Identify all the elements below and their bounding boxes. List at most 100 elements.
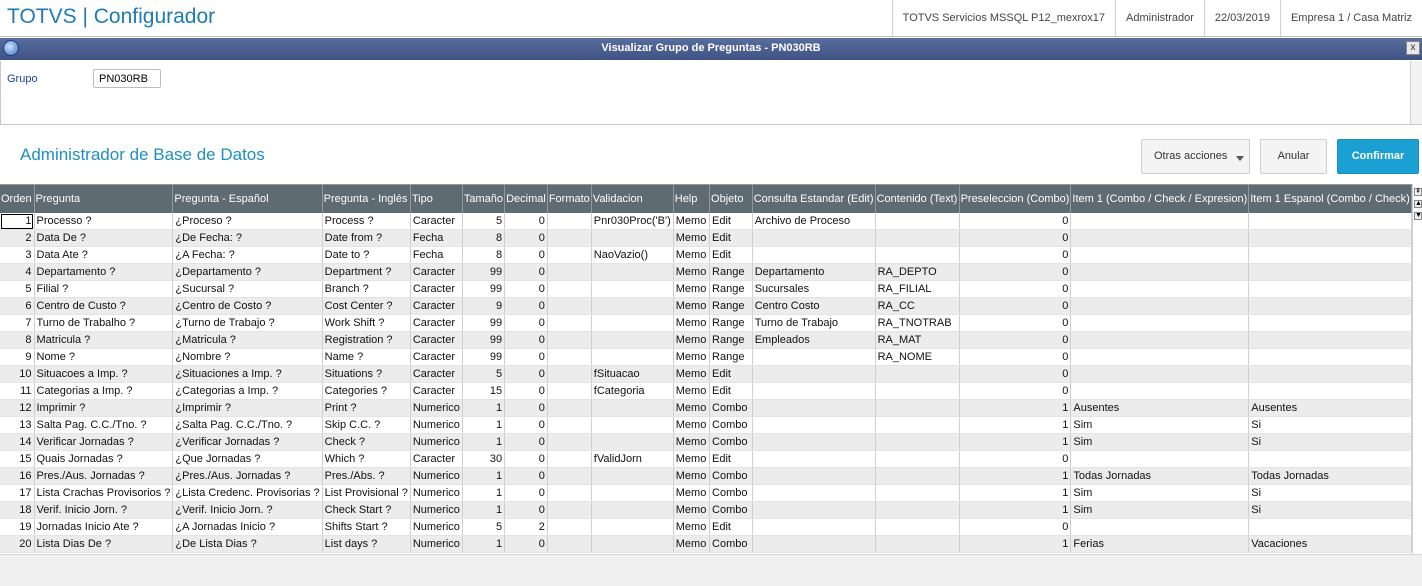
table-cell[interactable]: Memo — [673, 213, 711, 230]
table-cell[interactable]: 9 — [462, 297, 506, 315]
table-cell[interactable]: 0 — [504, 297, 548, 315]
table-cell[interactable]: 0 — [959, 263, 1072, 281]
column-header[interactable]: Consulta Estandar (Edit) — [752, 185, 876, 213]
table-cell[interactable] — [547, 535, 592, 553]
table-row[interactable]: 4 Departamento ? ¿Departamento ? Department… — [0, 263, 1412, 281]
table-cell[interactable]: Range — [709, 297, 753, 315]
table-cell[interactable]: Numerico — [410, 467, 463, 485]
table-cell[interactable] — [591, 467, 674, 485]
table-cell[interactable] — [547, 229, 592, 247]
table-cell[interactable]: Edit — [709, 365, 753, 383]
table-cell[interactable]: ¿Sucursal ? — [172, 280, 323, 298]
table-cell[interactable]: ¿Pres./Aus. Jornadas ? — [172, 467, 323, 485]
scroll-down-icon[interactable]: ▼ — [1414, 212, 1422, 220]
column-header[interactable]: Preseleccion (Combo) — [959, 185, 1072, 213]
table-cell[interactable]: Todas Jornadas — [1070, 467, 1250, 485]
table-row[interactable]: 7 Turno de Trabalho ? ¿Turno de Trabajo ? W… — [0, 314, 1412, 332]
table-cell[interactable]: ¿Verif. Inicio Jorn. ? — [172, 501, 323, 519]
table-cell[interactable] — [752, 416, 876, 434]
table-cell[interactable]: Combo — [709, 501, 753, 519]
table-cell[interactable] — [591, 518, 674, 536]
table-cell[interactable] — [1070, 365, 1250, 383]
table-cell[interactable]: 0 — [504, 331, 548, 349]
table-cell[interactable]: ¿Que Jornadas ? — [172, 450, 323, 468]
table-cell[interactable]: Date to ? — [322, 246, 411, 264]
table-cell[interactable] — [547, 246, 592, 264]
table-cell[interactable]: 1 — [959, 535, 1072, 553]
table-cell[interactable]: Skip C.C. ? — [322, 416, 411, 434]
table-cell[interactable]: 0 — [504, 229, 548, 247]
column-header[interactable]: Formato — [547, 185, 592, 213]
server-info[interactable]: TOTVS Servicios MSSQL P12_mexrox17 — [891, 0, 1115, 36]
table-cell[interactable] — [875, 467, 960, 485]
table-cell[interactable]: Si — [1248, 484, 1412, 502]
table-cell[interactable]: 0 — [504, 535, 548, 553]
table-cell[interactable]: Archivo de Proceso — [752, 213, 876, 230]
table-cell[interactable]: Memo — [673, 467, 711, 485]
table-cell[interactable]: 0 — [504, 416, 548, 434]
table-cell[interactable]: 14 — [0, 433, 35, 451]
table-cell[interactable] — [752, 365, 876, 383]
table-cell[interactable]: 0 — [959, 280, 1072, 298]
table-cell[interactable]: Ferias — [1070, 535, 1250, 553]
table-cell[interactable] — [1070, 246, 1250, 264]
table-cell[interactable]: 0 — [504, 484, 548, 502]
table-cell[interactable]: 8 — [462, 246, 506, 264]
table-cell[interactable]: Combo — [709, 535, 753, 553]
table-cell[interactable]: Processo ? — [34, 213, 174, 230]
table-cell[interactable]: Jornadas Inicio Ate ? — [34, 518, 174, 536]
table-cell[interactable]: 6 — [0, 297, 35, 315]
table-cell[interactable]: Turno de Trabajo — [752, 314, 876, 332]
table-cell[interactable] — [1248, 229, 1412, 247]
table-cell[interactable]: Numerico — [410, 535, 463, 553]
table-cell[interactable]: ¿Centro de Costo ? — [172, 297, 323, 315]
table-cell[interactable]: Print ? — [322, 399, 411, 417]
table-cell[interactable] — [591, 229, 674, 247]
table-cell[interactable]: 0 — [959, 331, 1072, 349]
table-cell[interactable]: Si — [1248, 416, 1412, 434]
column-header[interactable]: Tamaño — [462, 185, 506, 213]
table-cell[interactable] — [875, 484, 960, 502]
table-cell[interactable]: 30 — [462, 450, 506, 468]
table-cell[interactable]: RA_NOME — [875, 348, 960, 366]
table-cell[interactable]: Sim — [1070, 484, 1250, 502]
table-cell[interactable]: 8 — [462, 229, 506, 247]
table-cell[interactable] — [591, 314, 674, 332]
table-cell[interactable]: 0 — [504, 467, 548, 485]
column-header[interactable]: Pregunta - Español — [172, 185, 323, 213]
table-cell[interactable] — [752, 467, 876, 485]
grid-scrollbar[interactable]: ⇞ ▲ ▼ — [1412, 184, 1422, 554]
table-cell[interactable]: Memo — [673, 382, 711, 400]
table-cell[interactable]: 0 — [959, 348, 1072, 366]
table-cell[interactable]: Which ? — [322, 450, 411, 468]
scroll-up-icon[interactable]: ▲ — [1414, 200, 1422, 208]
column-header[interactable]: Contenido (Text) — [875, 185, 960, 213]
table-cell[interactable] — [752, 450, 876, 468]
table-row[interactable]: 5 Filial ? ¿Sucursal ? Branch ? Caracter 99 0 M… — [0, 280, 1412, 298]
table-cell[interactable]: Edit — [709, 246, 753, 264]
table-cell[interactable] — [752, 518, 876, 536]
table-cell[interactable]: 0 — [959, 314, 1072, 332]
table-cell[interactable]: 0 — [959, 297, 1072, 315]
column-header[interactable]: Validacion — [591, 185, 674, 213]
table-cell[interactable]: 0 — [504, 246, 548, 264]
table-cell[interactable]: Combo — [709, 484, 753, 502]
table-cell[interactable] — [752, 501, 876, 519]
table-cell[interactable]: Combo — [709, 399, 753, 417]
table-cell[interactable]: ¿A Jornadas Inicio ? — [172, 518, 323, 536]
table-cell[interactable] — [752, 433, 876, 451]
table-cell[interactable]: ¿Imprimir ? — [172, 399, 323, 417]
table-cell[interactable]: NaoVazio() — [591, 246, 674, 264]
table-cell[interactable]: 1 — [959, 484, 1072, 502]
table-cell[interactable]: Memo — [673, 348, 711, 366]
table-cell[interactable]: Si — [1248, 501, 1412, 519]
table-cell[interactable]: 99 — [462, 263, 506, 281]
table-cell[interactable]: Centro Costo — [752, 297, 876, 315]
table-cell[interactable]: Edit — [709, 518, 753, 536]
table-cell[interactable]: RA_DEPTO — [875, 263, 960, 281]
table-cell[interactable]: Range — [709, 314, 753, 332]
table-cell[interactable]: Memo — [673, 331, 711, 349]
table-cell[interactable]: Memo — [673, 484, 711, 502]
table-cell[interactable]: Todas Jornadas — [1248, 467, 1412, 485]
table-cell[interactable]: 99 — [462, 348, 506, 366]
